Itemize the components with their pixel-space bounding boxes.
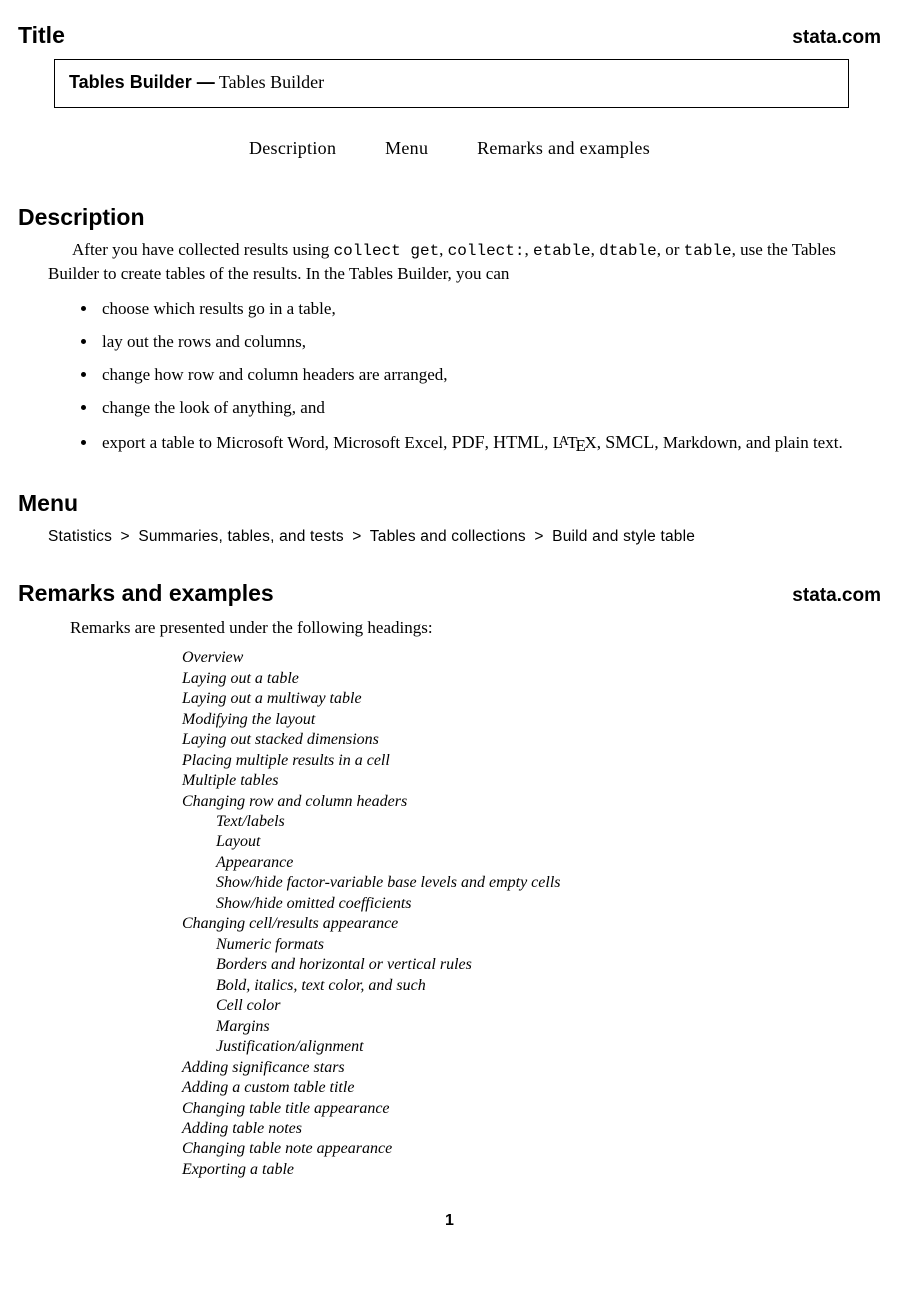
remarks-heading-item[interactable]: Modifying the layout	[182, 710, 881, 730]
bullet-item: change the look of anything, and	[98, 397, 861, 420]
remarks-headings-list: OverviewLaying out a tableLaying out a m…	[182, 648, 881, 1180]
remarks-heading-item[interactable]: Borders and horizontal or vertical rules	[216, 955, 881, 975]
remarks-heading-item[interactable]: Adding significance stars	[182, 1058, 881, 1078]
remarks-intro: Remarks are presented under the followin…	[70, 617, 881, 640]
bullet-item: lay out the rows and columns,	[98, 331, 861, 354]
remarks-heading-item[interactable]: Layout	[216, 832, 881, 852]
remarks-heading-item[interactable]: Changing row and column headers	[182, 792, 881, 812]
bullet-item: choose which results go in a table,	[98, 298, 861, 321]
remarks-heading-item[interactable]: Show/hide omitted coefficients	[216, 894, 881, 914]
remarks-heading: Remarks and examples	[18, 578, 274, 609]
remarks-heading-item[interactable]: Placing multiple results in a cell	[182, 751, 881, 771]
remarks-heading-item[interactable]: Changing cell/results appearance	[182, 914, 881, 934]
remarks-heading-item[interactable]: Justification/alignment	[216, 1037, 881, 1057]
remarks-heading-item[interactable]: Laying out a table	[182, 669, 881, 689]
remarks-heading-item[interactable]: Changing table note appearance	[182, 1139, 881, 1159]
remarks-heading-item[interactable]: Text/labels	[216, 812, 881, 832]
page-number: 1	[18, 1210, 881, 1232]
bullet-item: export a table to Microsoft Word, Micros…	[98, 430, 861, 459]
toc-remarks-link[interactable]: Remarks and examples	[477, 136, 650, 160]
remarks-heading-item[interactable]: Laying out a multiway table	[182, 689, 881, 709]
remarks-heading-item[interactable]: Show/hide factor-variable base levels an…	[216, 873, 881, 893]
remarks-heading-item[interactable]: Changing table title appearance	[182, 1099, 881, 1119]
bullet-item: change how row and column headers are ar…	[98, 364, 861, 387]
toc-nav: Description Menu Remarks and examples	[18, 136, 881, 160]
description-heading: Description	[18, 202, 881, 233]
remarks-heading-item[interactable]: Adding table notes	[182, 1119, 881, 1139]
title-heading: Title	[18, 20, 65, 51]
remarks-heading-item[interactable]: Adding a custom table title	[182, 1078, 881, 1098]
title-box-regular: Tables Builder	[215, 72, 324, 92]
title-box: Tables Builder — Tables Builder	[54, 59, 849, 108]
remarks-heading-item[interactable]: Exporting a table	[182, 1160, 881, 1180]
toc-menu-link[interactable]: Menu	[385, 136, 428, 160]
remarks-heading-item[interactable]: Multiple tables	[182, 771, 881, 791]
remarks-heading-item[interactable]: Numeric formats	[216, 935, 881, 955]
remarks-heading-item[interactable]: Margins	[216, 1017, 881, 1037]
description-bullets: choose which results go in a table, lay …	[98, 298, 861, 458]
remarks-heading-item[interactable]: Overview	[182, 648, 881, 668]
menu-heading: Menu	[18, 488, 881, 519]
stata-link-top[interactable]: stata.com	[792, 25, 881, 51]
remarks-heading-item[interactable]: Appearance	[216, 853, 881, 873]
description-paragraph: After you have collected results using c…	[48, 239, 861, 286]
menu-path: Statistics > Summaries, tables, and test…	[48, 527, 881, 548]
remarks-heading-item[interactable]: Bold, italics, text color, and such	[216, 976, 881, 996]
title-box-bold: Tables Builder —	[69, 72, 215, 92]
toc-description-link[interactable]: Description	[249, 136, 336, 160]
remarks-heading-item[interactable]: Laying out stacked dimensions	[182, 730, 881, 750]
stata-link-remarks[interactable]: stata.com	[792, 583, 881, 609]
remarks-heading-item[interactable]: Cell color	[216, 996, 881, 1016]
